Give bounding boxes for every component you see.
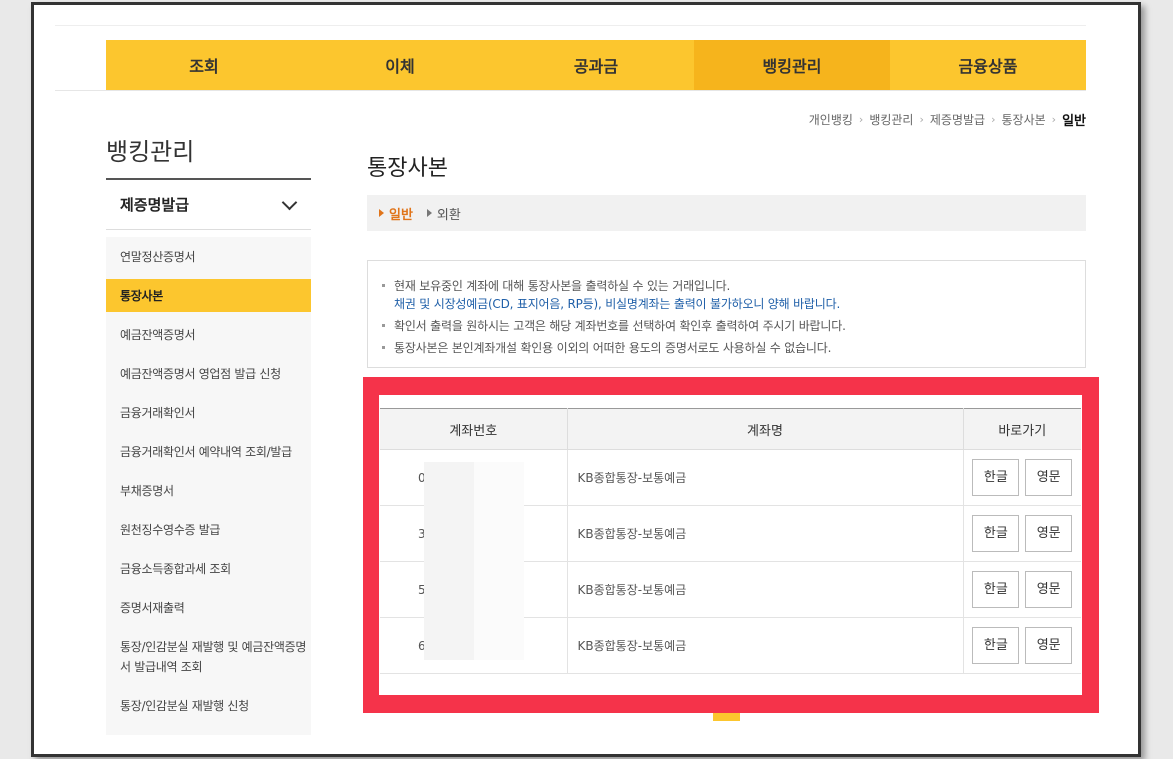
- sidebar-item-reissue-request[interactable]: 통장/인감분실 재발행 신청: [106, 686, 311, 725]
- notice-text: 확인서 출력을 원하시는 고객은 해당 계좌번호를 선택하여 확인후 출력하여 …: [394, 319, 846, 333]
- account-name: KB종합통장-보통예금: [567, 561, 964, 618]
- bullet-icon: [382, 346, 385, 349]
- page-title: 통장사본: [367, 156, 448, 181]
- korean-button[interactable]: 한글: [972, 571, 1020, 608]
- notice-item-warning: 채권 및 시장성예금(CD, 표지어음, RP등), 비실명계좌는 출력이 불가…: [382, 293, 1085, 315]
- account-name: KB종합통장-보통예금: [567, 617, 964, 674]
- highlight-box-edge: [713, 695, 740, 713]
- chevron-right-icon: ›: [1051, 113, 1057, 126]
- nav-transfer[interactable]: 이체: [302, 40, 498, 90]
- sidebar-item-transaction-confirmation[interactable]: 금융거래확인서: [106, 393, 311, 432]
- korean-button[interactable]: 한글: [972, 515, 1020, 552]
- shortcut-cell: 한글 영문: [963, 561, 1081, 618]
- nav-divider: [55, 90, 1086, 91]
- english-button[interactable]: 영문: [1025, 627, 1073, 664]
- triangle-right-icon: [426, 209, 432, 217]
- chevron-right-icon: ›: [991, 113, 996, 126]
- redaction-mask: [474, 462, 524, 660]
- tab-foreign-currency-label: 외환: [436, 207, 461, 223]
- nav-financial-products[interactable]: 금융상품: [890, 40, 1086, 90]
- notice-text: 현재 보유중인 계좌에 대해 통장사본을 출력하실 수 있는 거래입니다.: [394, 279, 731, 293]
- tab-general[interactable]: 일반: [379, 204, 413, 223]
- sidebar-item-reissue-history[interactable]: 통장/인감분실 재발행 및 예금잔액증명서 발급내역 조회: [106, 627, 311, 686]
- bullet-icon: [382, 324, 385, 327]
- notice-text: 통장사본은 본인계좌개설 확인용 이외의 어떠한 용도의 증명서로도 사용하실 …: [394, 341, 832, 355]
- sidebar-title: 뱅킹관리: [106, 138, 195, 166]
- chevron-right-icon: ›: [858, 113, 864, 126]
- notice-item: 확인서 출력을 원하시는 고객은 해당 계좌번호를 선택하여 확인후 출력하여 …: [382, 315, 1085, 337]
- sidebar-menu: 연말정산증명서 통장사본 예금잔액증명서 예금잔액증명서 영업점 발급 신청 금…: [106, 237, 311, 735]
- notice-box: 현재 보유중인 계좌에 대해 통장사본을 출력하실 수 있는 거래입니다. 채권…: [367, 260, 1086, 368]
- breadcrumb-personal-banking[interactable]: 개인뱅킹: [809, 111, 853, 128]
- shortcut-cell: 한글 영문: [963, 617, 1081, 674]
- tab-general-label: 일반: [389, 207, 413, 223]
- english-button[interactable]: 영문: [1025, 459, 1073, 496]
- nav-utility[interactable]: 공과금: [498, 40, 694, 90]
- breadcrumb-certificates[interactable]: 제증명발급: [930, 111, 985, 128]
- account-name: KB종합통장-보통예금: [567, 449, 964, 506]
- nav-inquiry[interactable]: 조회: [106, 40, 302, 90]
- chevron-right-icon: ›: [919, 113, 924, 126]
- korean-button[interactable]: 한글: [972, 459, 1020, 496]
- breadcrumb-passbook-copy[interactable]: 통장사본: [1002, 111, 1046, 128]
- sidebar-item-balance-certificate[interactable]: 예금잔액증명서: [106, 315, 311, 354]
- sidebar-item-withholding-receipt[interactable]: 원천징수영수증 발급: [106, 510, 311, 549]
- sidebar-item-reprint[interactable]: 증명서재출력: [106, 588, 311, 627]
- shortcut-cell: 한글 영문: [963, 505, 1081, 562]
- breadcrumb-current: 일반: [1062, 114, 1086, 129]
- notice-item: 통장사본은 본인계좌개설 확인용 이외의 어떠한 용도의 증명서로도 사용하실 …: [382, 337, 1085, 359]
- breadcrumb: 개인뱅킹 › 뱅킹관리 › 제증명발급 › 통장사본 › 일반: [809, 110, 1086, 129]
- english-button[interactable]: 영문: [1025, 515, 1073, 552]
- sub-tabs: 일반 외환: [367, 195, 1086, 231]
- sidebar-group-label: 제증명발급: [120, 196, 190, 214]
- tab-foreign-currency[interactable]: 외환: [426, 204, 461, 223]
- table-header-row: 계좌번호 계좌명 바로가기: [380, 408, 1081, 450]
- shortcut-cell: 한글 영문: [963, 449, 1081, 506]
- korean-button[interactable]: 한글: [972, 627, 1020, 664]
- top-navigation: 조회 이체 공과금 뱅킹관리 금융상품: [106, 40, 1086, 90]
- breadcrumb-banking-management[interactable]: 뱅킹관리: [869, 111, 913, 128]
- sidebar-item-debt-certificate[interactable]: 부채증명서: [106, 471, 311, 510]
- triangle-right-icon: [379, 209, 384, 217]
- header-account-number: 계좌번호: [380, 408, 568, 450]
- sidebar-item-financial-income-tax[interactable]: 금융소득종합과세 조회: [106, 549, 311, 588]
- sidebar-item-passbook-copy[interactable]: 통장사본: [106, 279, 311, 312]
- sidebar-item-balance-branch-request[interactable]: 예금잔액증명서 영업점 발급 신청: [106, 354, 311, 393]
- bullet-icon: [382, 284, 385, 287]
- sidebar-item-transaction-reservation[interactable]: 금융거래확인서 예약내역 조회/발급: [106, 432, 311, 471]
- chevron-down-icon: [281, 194, 298, 210]
- sidebar-item-year-end-tax[interactable]: 연말정산증명서: [106, 237, 311, 276]
- english-button[interactable]: 영문: [1025, 571, 1073, 608]
- header-account-name: 계좌명: [567, 408, 964, 450]
- account-name: KB종합통장-보통예금: [567, 505, 964, 562]
- sidebar-group-certificates[interactable]: 제증명발급: [106, 178, 311, 230]
- header-shortcut: 바로가기: [963, 408, 1081, 450]
- nav-banking-management[interactable]: 뱅킹관리: [694, 40, 890, 90]
- notice-text: 채권 및 시장성예금(CD, 표지어음, RP등), 비실명계좌는 출력이 불가…: [394, 297, 841, 311]
